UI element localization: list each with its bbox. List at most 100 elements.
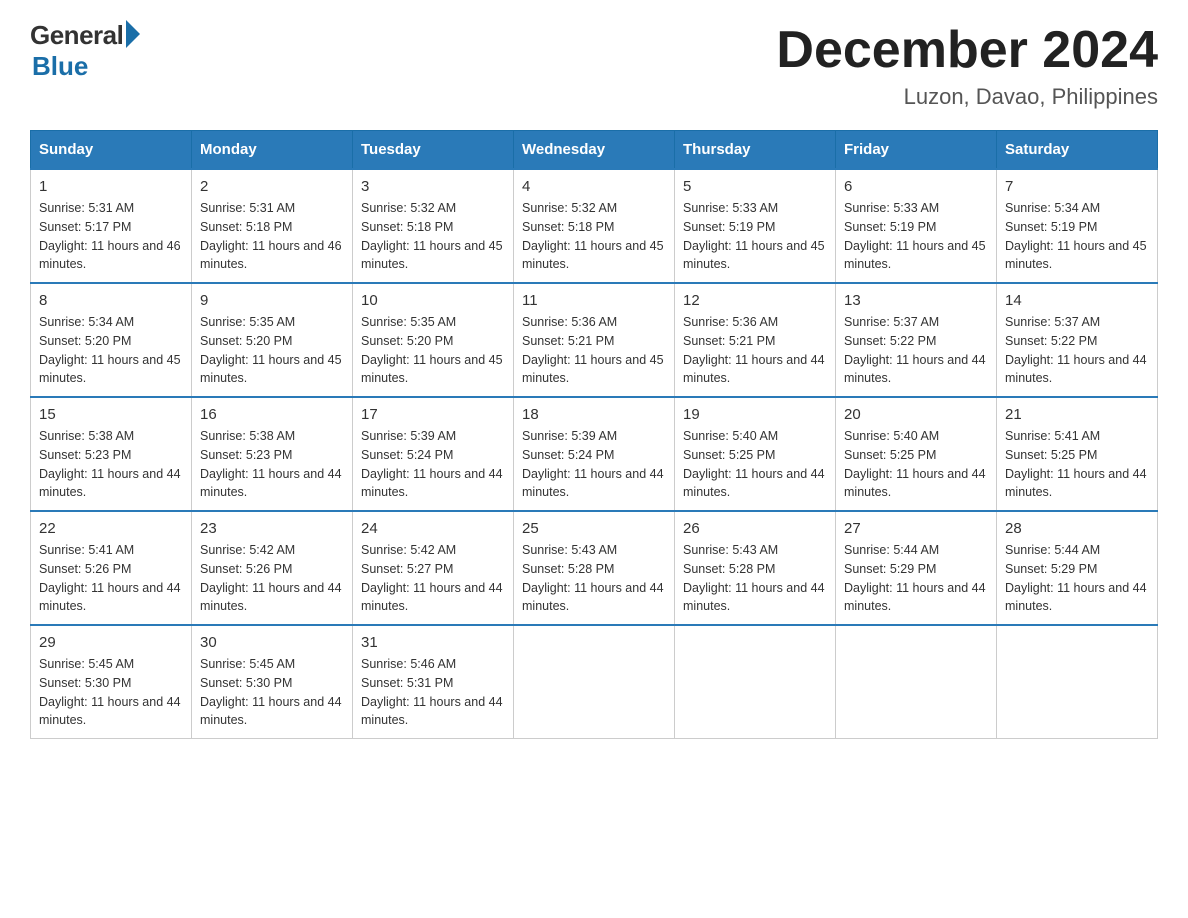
day-info: Sunrise: 5:42 AM Sunset: 5:27 PM Dayligh… <box>361 541 505 616</box>
calendar-cell: 11 Sunrise: 5:36 AM Sunset: 5:21 PM Dayl… <box>514 283 675 397</box>
day-info: Sunrise: 5:41 AM Sunset: 5:26 PM Dayligh… <box>39 541 183 616</box>
calendar-week-row: 22 Sunrise: 5:41 AM Sunset: 5:26 PM Dayl… <box>31 511 1158 625</box>
calendar-cell: 30 Sunrise: 5:45 AM Sunset: 5:30 PM Dayl… <box>192 625 353 739</box>
calendar-cell: 15 Sunrise: 5:38 AM Sunset: 5:23 PM Dayl… <box>31 397 192 511</box>
calendar-cell: 3 Sunrise: 5:32 AM Sunset: 5:18 PM Dayli… <box>353 169 514 283</box>
calendar-cell <box>675 625 836 739</box>
day-info: Sunrise: 5:39 AM Sunset: 5:24 PM Dayligh… <box>522 427 666 502</box>
calendar-cell: 28 Sunrise: 5:44 AM Sunset: 5:29 PM Dayl… <box>997 511 1158 625</box>
day-number: 11 <box>522 292 666 309</box>
day-info: Sunrise: 5:43 AM Sunset: 5:28 PM Dayligh… <box>522 541 666 616</box>
day-number: 5 <box>683 178 827 195</box>
calendar-cell: 9 Sunrise: 5:35 AM Sunset: 5:20 PM Dayli… <box>192 283 353 397</box>
page-title: December 2024 <box>776 20 1158 80</box>
calendar-cell <box>997 625 1158 739</box>
calendar-cell: 14 Sunrise: 5:37 AM Sunset: 5:22 PM Dayl… <box>997 283 1158 397</box>
day-number: 28 <box>1005 520 1149 537</box>
logo-general-text: General <box>30 20 123 51</box>
day-number: 26 <box>683 520 827 537</box>
calendar-header-tuesday: Tuesday <box>353 131 514 170</box>
calendar-cell: 17 Sunrise: 5:39 AM Sunset: 5:24 PM Dayl… <box>353 397 514 511</box>
calendar-cell: 26 Sunrise: 5:43 AM Sunset: 5:28 PM Dayl… <box>675 511 836 625</box>
calendar-header-monday: Monday <box>192 131 353 170</box>
day-info: Sunrise: 5:41 AM Sunset: 5:25 PM Dayligh… <box>1005 427 1149 502</box>
day-number: 9 <box>200 292 344 309</box>
calendar-cell: 27 Sunrise: 5:44 AM Sunset: 5:29 PM Dayl… <box>836 511 997 625</box>
calendar-cell: 7 Sunrise: 5:34 AM Sunset: 5:19 PM Dayli… <box>997 169 1158 283</box>
day-info: Sunrise: 5:31 AM Sunset: 5:17 PM Dayligh… <box>39 199 183 274</box>
page-header: General Blue December 2024 Luzon, Davao,… <box>30 20 1158 110</box>
day-info: Sunrise: 5:38 AM Sunset: 5:23 PM Dayligh… <box>200 427 344 502</box>
day-info: Sunrise: 5:45 AM Sunset: 5:30 PM Dayligh… <box>39 655 183 730</box>
calendar-table: SundayMondayTuesdayWednesdayThursdayFrid… <box>30 130 1158 739</box>
day-number: 14 <box>1005 292 1149 309</box>
calendar-header-friday: Friday <box>836 131 997 170</box>
day-number: 15 <box>39 406 183 423</box>
calendar-cell: 8 Sunrise: 5:34 AM Sunset: 5:20 PM Dayli… <box>31 283 192 397</box>
day-number: 21 <box>1005 406 1149 423</box>
calendar-week-row: 1 Sunrise: 5:31 AM Sunset: 5:17 PM Dayli… <box>31 169 1158 283</box>
day-number: 25 <box>522 520 666 537</box>
day-number: 12 <box>683 292 827 309</box>
day-info: Sunrise: 5:36 AM Sunset: 5:21 PM Dayligh… <box>683 313 827 388</box>
day-info: Sunrise: 5:32 AM Sunset: 5:18 PM Dayligh… <box>361 199 505 274</box>
calendar-cell: 23 Sunrise: 5:42 AM Sunset: 5:26 PM Dayl… <box>192 511 353 625</box>
day-info: Sunrise: 5:33 AM Sunset: 5:19 PM Dayligh… <box>683 199 827 274</box>
day-number: 27 <box>844 520 988 537</box>
day-info: Sunrise: 5:36 AM Sunset: 5:21 PM Dayligh… <box>522 313 666 388</box>
calendar-cell: 1 Sunrise: 5:31 AM Sunset: 5:17 PM Dayli… <box>31 169 192 283</box>
day-info: Sunrise: 5:40 AM Sunset: 5:25 PM Dayligh… <box>844 427 988 502</box>
day-number: 10 <box>361 292 505 309</box>
calendar-week-row: 8 Sunrise: 5:34 AM Sunset: 5:20 PM Dayli… <box>31 283 1158 397</box>
day-number: 13 <box>844 292 988 309</box>
day-info: Sunrise: 5:43 AM Sunset: 5:28 PM Dayligh… <box>683 541 827 616</box>
day-number: 17 <box>361 406 505 423</box>
day-number: 20 <box>844 406 988 423</box>
calendar-cell: 5 Sunrise: 5:33 AM Sunset: 5:19 PM Dayli… <box>675 169 836 283</box>
page-subtitle: Luzon, Davao, Philippines <box>776 84 1158 110</box>
calendar-cell <box>514 625 675 739</box>
calendar-cell: 22 Sunrise: 5:41 AM Sunset: 5:26 PM Dayl… <box>31 511 192 625</box>
logo-blue-text: Blue <box>32 51 88 82</box>
logo-arrow-icon <box>126 20 140 48</box>
day-info: Sunrise: 5:35 AM Sunset: 5:20 PM Dayligh… <box>200 313 344 388</box>
calendar-cell: 25 Sunrise: 5:43 AM Sunset: 5:28 PM Dayl… <box>514 511 675 625</box>
day-info: Sunrise: 5:31 AM Sunset: 5:18 PM Dayligh… <box>200 199 344 274</box>
day-info: Sunrise: 5:34 AM Sunset: 5:19 PM Dayligh… <box>1005 199 1149 274</box>
calendar-week-row: 29 Sunrise: 5:45 AM Sunset: 5:30 PM Dayl… <box>31 625 1158 739</box>
day-number: 18 <box>522 406 666 423</box>
calendar-header-wednesday: Wednesday <box>514 131 675 170</box>
day-info: Sunrise: 5:34 AM Sunset: 5:20 PM Dayligh… <box>39 313 183 388</box>
logo: General Blue <box>30 20 140 82</box>
calendar-cell: 21 Sunrise: 5:41 AM Sunset: 5:25 PM Dayl… <box>997 397 1158 511</box>
day-info: Sunrise: 5:37 AM Sunset: 5:22 PM Dayligh… <box>1005 313 1149 388</box>
day-number: 6 <box>844 178 988 195</box>
day-number: 19 <box>683 406 827 423</box>
calendar-header-row: SundayMondayTuesdayWednesdayThursdayFrid… <box>31 131 1158 170</box>
calendar-cell: 10 Sunrise: 5:35 AM Sunset: 5:20 PM Dayl… <box>353 283 514 397</box>
day-number: 31 <box>361 634 505 651</box>
calendar-cell: 18 Sunrise: 5:39 AM Sunset: 5:24 PM Dayl… <box>514 397 675 511</box>
calendar-cell: 24 Sunrise: 5:42 AM Sunset: 5:27 PM Dayl… <box>353 511 514 625</box>
day-number: 8 <box>39 292 183 309</box>
day-number: 1 <box>39 178 183 195</box>
calendar-week-row: 15 Sunrise: 5:38 AM Sunset: 5:23 PM Dayl… <box>31 397 1158 511</box>
day-info: Sunrise: 5:37 AM Sunset: 5:22 PM Dayligh… <box>844 313 988 388</box>
calendar-cell: 19 Sunrise: 5:40 AM Sunset: 5:25 PM Dayl… <box>675 397 836 511</box>
calendar-cell: 13 Sunrise: 5:37 AM Sunset: 5:22 PM Dayl… <box>836 283 997 397</box>
day-number: 22 <box>39 520 183 537</box>
day-number: 4 <box>522 178 666 195</box>
day-info: Sunrise: 5:35 AM Sunset: 5:20 PM Dayligh… <box>361 313 505 388</box>
calendar-cell: 20 Sunrise: 5:40 AM Sunset: 5:25 PM Dayl… <box>836 397 997 511</box>
calendar-cell: 31 Sunrise: 5:46 AM Sunset: 5:31 PM Dayl… <box>353 625 514 739</box>
day-info: Sunrise: 5:42 AM Sunset: 5:26 PM Dayligh… <box>200 541 344 616</box>
calendar-cell: 6 Sunrise: 5:33 AM Sunset: 5:19 PM Dayli… <box>836 169 997 283</box>
calendar-header-thursday: Thursday <box>675 131 836 170</box>
calendar-cell: 29 Sunrise: 5:45 AM Sunset: 5:30 PM Dayl… <box>31 625 192 739</box>
title-section: December 2024 Luzon, Davao, Philippines <box>776 20 1158 110</box>
day-info: Sunrise: 5:44 AM Sunset: 5:29 PM Dayligh… <box>844 541 988 616</box>
day-number: 29 <box>39 634 183 651</box>
day-info: Sunrise: 5:33 AM Sunset: 5:19 PM Dayligh… <box>844 199 988 274</box>
day-number: 30 <box>200 634 344 651</box>
day-info: Sunrise: 5:45 AM Sunset: 5:30 PM Dayligh… <box>200 655 344 730</box>
